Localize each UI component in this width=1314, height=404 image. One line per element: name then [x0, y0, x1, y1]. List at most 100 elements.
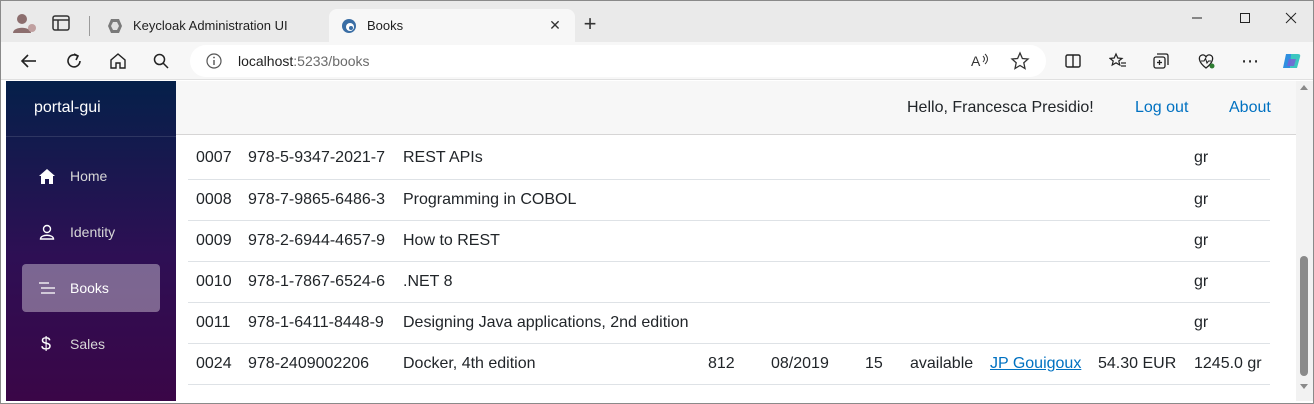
- book-pages-cell: [708, 220, 771, 262]
- dollar-icon: $: [37, 334, 57, 354]
- book-weight: gr: [1194, 231, 1209, 249]
- list-icon: [37, 278, 57, 298]
- book-weight-cell: gr: [1194, 261, 1270, 303]
- book-author-cell: [990, 138, 1098, 180]
- book-status-cell: [910, 220, 990, 262]
- table-row: 0011 978-1-6411-8448-9 Designing Java appl…: [188, 302, 1270, 344]
- collections-icon[interactable]: [1149, 49, 1173, 73]
- sidebar-item-home[interactable]: Home: [22, 152, 160, 200]
- book-weight: gr: [1194, 149, 1209, 167]
- window-close-button[interactable]: [1275, 7, 1307, 29]
- book-price-cell: 54.30 EUR: [1098, 343, 1194, 385]
- book-date: 08/2019: [771, 354, 829, 372]
- book-quantity-cell: 15: [865, 343, 910, 385]
- book-title-cell: REST APIs: [403, 138, 708, 180]
- tab-books[interactable]: Books ✕: [329, 9, 575, 42]
- book-id-cell: 0010: [188, 261, 248, 303]
- book-status-cell: [910, 261, 990, 303]
- sidebar-divider: [6, 136, 176, 137]
- address-bar[interactable]: localhost:5233/books A: [190, 45, 1046, 77]
- table-row: 0009 978-2-6944-4657-9 How to REST gr: [188, 220, 1270, 262]
- about-link[interactable]: About: [1229, 99, 1271, 117]
- book-pages-cell: [708, 138, 771, 180]
- book-date-cell: [771, 138, 865, 180]
- close-icon[interactable]: ✕: [543, 14, 567, 38]
- svg-text:A: A: [971, 53, 981, 69]
- read-aloud-icon[interactable]: A: [970, 51, 992, 71]
- copilot-icon[interactable]: [1280, 49, 1304, 73]
- tab-keycloak[interactable]: Keycloak Administration UI: [95, 9, 329, 42]
- tab-strip: Keycloak Administration UI Books ✕ +: [1, 1, 1313, 42]
- book-isbn: 978-1-7867-6524-6: [248, 272, 385, 290]
- url-host: localhost: [238, 53, 294, 69]
- home-icon[interactable]: [106, 49, 130, 73]
- book-isbn-cell: 978-7-9865-6486-3: [248, 179, 403, 221]
- book-id: 0010: [196, 272, 232, 290]
- book-isbn: 978-1-6411-8448-9: [248, 313, 384, 331]
- book-author-cell: [990, 261, 1098, 303]
- scrollbar-thumb[interactable]: [1300, 256, 1308, 376]
- back-arrow-icon[interactable]: [17, 49, 41, 73]
- book-title: Designing Java applications, 2nd edition: [403, 313, 689, 331]
- refresh-icon[interactable]: [62, 49, 86, 73]
- book-title: Docker, 4th edition: [403, 354, 536, 372]
- vertical-scrollbar[interactable]: [1296, 81, 1313, 401]
- edge-page-icon: [341, 18, 357, 34]
- book-isbn-cell: 978-2-6944-4657-9: [248, 220, 403, 262]
- more-options-icon[interactable]: ⋯: [1238, 49, 1262, 73]
- book-author-cell: [990, 302, 1098, 344]
- book-price-cell: [1098, 261, 1194, 303]
- book-status-cell: [910, 179, 990, 221]
- book-weight: gr: [1194, 272, 1209, 290]
- book-pages-cell: [708, 179, 771, 221]
- logout-link[interactable]: Log out: [1135, 99, 1188, 117]
- book-quantity-cell: [865, 261, 910, 303]
- scroll-up-icon[interactable]: [1300, 85, 1308, 90]
- book-author-cell: [990, 220, 1098, 262]
- keycloak-icon: [107, 18, 123, 34]
- sidebar-item-identity[interactable]: Identity: [22, 208, 160, 256]
- book-quantity-cell: [865, 302, 910, 344]
- book-isbn: 978-7-9865-6486-3: [248, 190, 385, 208]
- book-title: REST APIs: [403, 149, 483, 167]
- maximize-button[interactable]: [1229, 7, 1261, 29]
- browser-essentials-icon[interactable]: [1194, 49, 1218, 73]
- favorites-icon[interactable]: [1106, 49, 1130, 73]
- book-weight: gr: [1194, 313, 1209, 331]
- book-pages-cell: 812: [708, 343, 771, 385]
- book-title: Programming in COBOL: [403, 190, 577, 208]
- author-link[interactable]: JP Gouigoux: [990, 355, 1081, 372]
- book-author-cell: JP Gouigoux: [990, 343, 1098, 385]
- brand-title[interactable]: portal-gui: [34, 99, 101, 117]
- sidebar-item-sales[interactable]: $ Sales: [22, 320, 160, 368]
- profile-icon[interactable]: [11, 11, 39, 35]
- book-price-cell: [1098, 220, 1194, 262]
- url-text[interactable]: localhost:5233/books: [238, 53, 370, 69]
- book-weight: 1245.0 gr: [1194, 354, 1262, 372]
- split-screen-icon[interactable]: [1061, 49, 1085, 73]
- favorite-star-icon[interactable]: [1010, 51, 1030, 71]
- tab-actions-icon[interactable]: [51, 14, 71, 32]
- sidebar-item-books[interactable]: Books: [22, 264, 160, 312]
- scroll-down-icon[interactable]: [1300, 384, 1308, 389]
- book-price-cell: [1098, 138, 1194, 180]
- book-weight: gr: [1194, 190, 1209, 208]
- book-id: 0009: [196, 231, 232, 249]
- table-row: 0024 978-2409002206 Docker, 4th edition 812…: [188, 343, 1270, 385]
- user-greeting: Hello, Francesca Presidio!: [907, 99, 1094, 116]
- home-icon: [37, 166, 57, 186]
- book-author-cell: [990, 179, 1098, 221]
- tab-title: Books: [367, 18, 404, 33]
- info-icon[interactable]: [206, 53, 222, 69]
- sidebar-item-label: Sales: [70, 336, 106, 352]
- top-row: Hello, Francesca Presidio! Log out About: [176, 81, 1296, 135]
- minimize-button[interactable]: [1181, 7, 1213, 29]
- book-title-cell: Docker, 4th edition: [403, 343, 708, 385]
- book-id-cell: 0008: [188, 179, 248, 221]
- search-icon[interactable]: [149, 49, 173, 73]
- new-tab-button[interactable]: +: [579, 13, 601, 36]
- table-row: 0010 978-1-7867-6524-6 .NET 8 gr: [188, 261, 1270, 303]
- table-row: 0007 978-5-9347-2021-7 REST APIs gr: [188, 138, 1270, 180]
- browser-window: Keycloak Administration UI Books ✕ + loc…: [0, 0, 1314, 404]
- book-price-cell: [1098, 179, 1194, 221]
